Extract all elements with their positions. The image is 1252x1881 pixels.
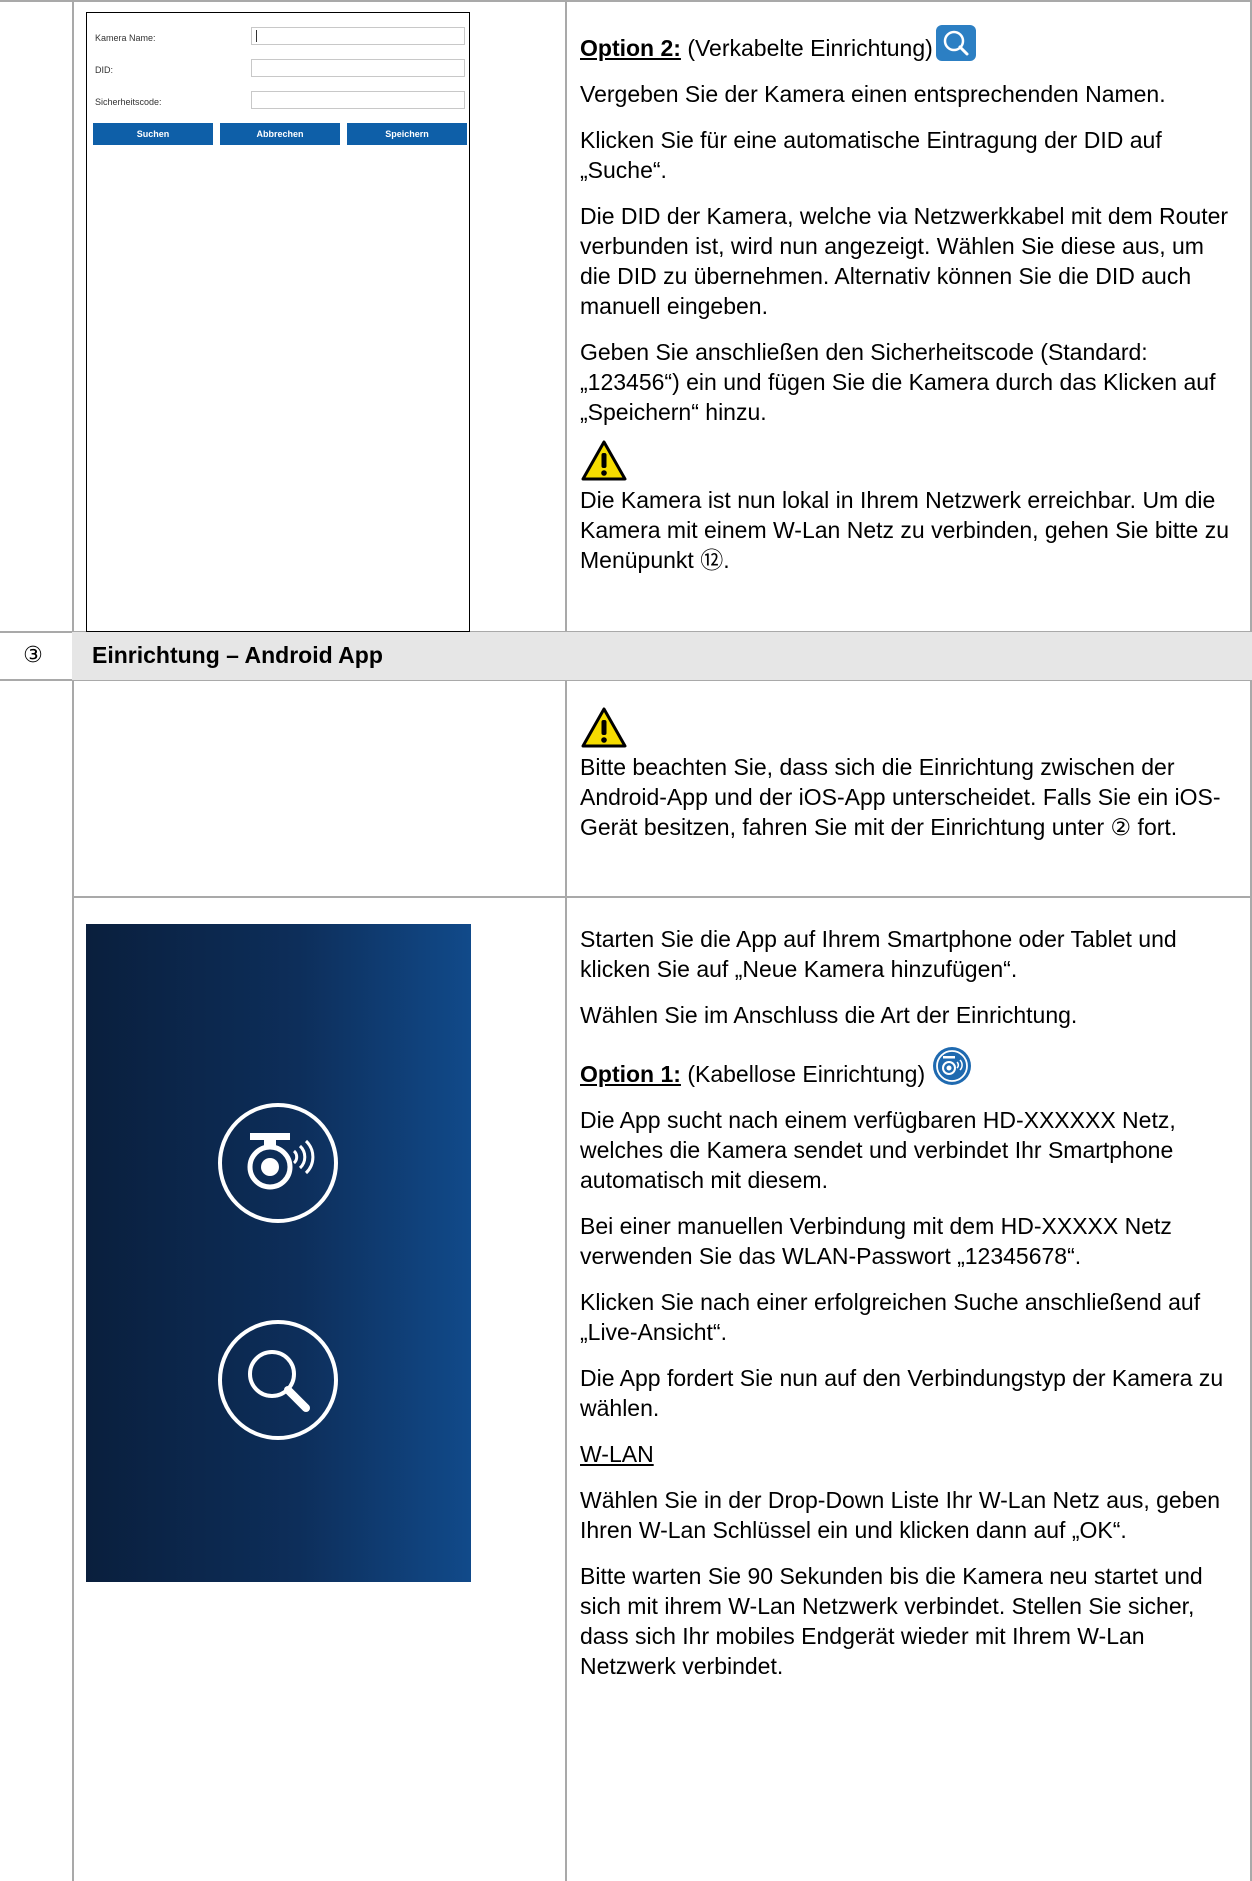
save-button: Speichern [347, 123, 467, 145]
option2-heading: Option 2: (Verkabelte Einrichtung) [580, 24, 1240, 63]
option1-heading: Option 1: (Kabellose Einrichtung) [580, 1046, 1240, 1089]
wlan-paragraph: Bitte warten Sie 90 Sekunden bis die Kam… [580, 1563, 1203, 1679]
android-note-block: Bitte beachten Sie, dass sich die Einric… [580, 706, 1240, 842]
section-number: ③ [23, 642, 43, 667]
search-icon [218, 1320, 338, 1440]
warning-icon [581, 707, 627, 748]
android-body-paragraph: Die App sucht nach einem verfügbaren HD-… [580, 1107, 1176, 1193]
android-body-paragraph: Klicken Sie nach einer erfolgreichen Suc… [580, 1289, 1201, 1345]
wireless-camera-icon [218, 1103, 338, 1223]
wlan-heading: W-LAN [580, 1441, 654, 1467]
option2-paragraph: Vergeben Sie der Kamera einen entspreche… [580, 81, 1166, 107]
option1-caption: (Kabellose Einrichtung) [687, 1061, 926, 1087]
table-row-divider [0, 0, 1252, 2]
option1-label: Option 1: [580, 1061, 681, 1087]
android-body-paragraph: Bei einer manuellen Verbindung mit dem H… [580, 1213, 1172, 1269]
table-border-left [72, 0, 74, 1881]
option2-caption: (Verkabelte Einrichtung) [687, 35, 933, 61]
camera-name-input [251, 27, 465, 45]
did-label: DID: [95, 65, 113, 75]
option2-paragraph: Klicken Sie für eine automatische Eintra… [580, 127, 1162, 183]
table-border-middle-bottom [565, 680, 567, 1881]
section-title: Einrichtung – Android App [92, 642, 383, 668]
app-setup-type-screenshot [86, 924, 471, 1582]
security-code-label: Sicherheitscode: [95, 97, 162, 107]
option2-warning-text: Die Kamera ist nun lokal in Ihrem Netzwe… [580, 487, 1230, 573]
wireless-camera-icon [932, 1047, 971, 1085]
android-steps-block: Starten Sie die App auf Ihrem Smartphone… [580, 924, 1240, 1681]
android-note-warning-text: Bitte beachten Sie, dass sich die Einric… [580, 754, 1221, 840]
option2-label: Option 2: [580, 35, 681, 61]
option2-text-block: Option 2: (Verkabelte Einrichtung) Verge… [580, 24, 1240, 575]
search-button: Suchen [93, 123, 213, 145]
security-code-input [251, 91, 465, 109]
add-camera-form-screenshot: Kamera Name: DID: Sicherheitscode: Suche… [86, 12, 470, 632]
warning-icon [581, 440, 627, 481]
camera-name-label: Kamera Name: [95, 33, 156, 43]
did-input [251, 59, 465, 77]
option2-paragraph: Geben Sie anschließen den Sicherheitscod… [580, 339, 1216, 425]
wlan-paragraph: Wählen Sie in der Drop-Down Liste Ihr W-… [580, 1487, 1221, 1543]
android-body-paragraph: Die App fordert Sie nun auf den Verbindu… [580, 1365, 1224, 1421]
table-border-middle-top [565, 0, 567, 632]
search-icon [935, 25, 976, 61]
table-row-divider [72, 896, 1252, 898]
cancel-button: Abbrechen [220, 123, 340, 145]
android-intro-paragraph: Starten Sie die App auf Ihrem Smartphone… [580, 926, 1177, 982]
option2-paragraph: Die DID der Kamera, welche via Netzwerkk… [580, 203, 1229, 319]
android-intro-paragraph: Wählen Sie im Anschluss die Art der Einr… [580, 1002, 1078, 1028]
